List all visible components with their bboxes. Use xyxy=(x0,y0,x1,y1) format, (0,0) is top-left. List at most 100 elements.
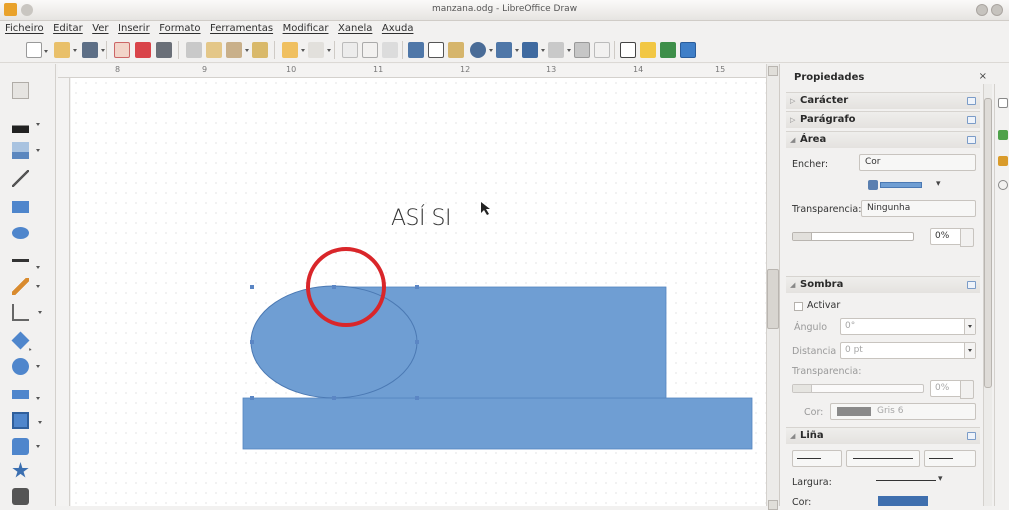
text-box-icon[interactable] xyxy=(428,42,444,58)
styles-tab-icon[interactable] xyxy=(998,130,1008,140)
shadow-angle-combo[interactable]: 0° xyxy=(840,318,976,335)
zoom-icon[interactable] xyxy=(382,42,398,58)
cut-icon[interactable] xyxy=(186,42,202,58)
section-sombra[interactable]: ◢ Sombra xyxy=(786,276,980,293)
canvas-text[interactable]: ASÍ SI xyxy=(391,206,451,231)
curve-icon[interactable] xyxy=(12,278,40,295)
image-icon[interactable] xyxy=(408,42,424,58)
area-transparency-dropdown[interactable]: Ningunha xyxy=(861,200,976,217)
extrusion-icon[interactable] xyxy=(660,42,676,58)
stars-icon[interactable] xyxy=(12,462,29,478)
menu-inserir[interactable]: Inserir xyxy=(115,21,153,37)
flowchart-icon[interactable] xyxy=(12,412,42,429)
area-transparency-slider[interactable] xyxy=(792,232,914,241)
glue-points-icon[interactable] xyxy=(640,42,656,58)
basic-shapes-icon[interactable] xyxy=(11,331,30,350)
export-direct-pdf-icon[interactable] xyxy=(135,42,151,58)
points-icon[interactable] xyxy=(620,42,636,58)
paste-icon[interactable] xyxy=(226,42,249,58)
3d-objects-icon[interactable] xyxy=(12,488,29,505)
minimize-icon[interactable] xyxy=(976,4,988,16)
shadow-transparency-spin[interactable]: 0% xyxy=(930,380,974,399)
more-options-icon[interactable] xyxy=(967,281,976,289)
section-sombra-label: Sombra xyxy=(800,279,844,290)
line-icon[interactable] xyxy=(12,170,29,187)
properties-tab-icon[interactable] xyxy=(998,98,1008,108)
arrange-icon[interactable] xyxy=(522,42,545,58)
symbol-shapes-icon[interactable] xyxy=(12,358,40,375)
menu-ferramentas[interactable]: Ferramentas xyxy=(207,21,276,37)
ellipse-shape[interactable] xyxy=(250,285,418,399)
callouts-icon[interactable] xyxy=(12,438,40,455)
align-icon[interactable] xyxy=(496,42,519,58)
sidebar-scroll-thumb[interactable] xyxy=(984,98,992,388)
section-paragrafo[interactable]: ▷ Parágrafo xyxy=(786,111,980,128)
menu-modificar[interactable]: Modificar xyxy=(280,21,332,37)
drawing-canvas[interactable]: ASÍ SI xyxy=(71,78,766,506)
fill-color-icon[interactable] xyxy=(12,142,40,159)
clone-formatting-icon[interactable] xyxy=(252,42,268,58)
close-window-icon[interactable] xyxy=(991,4,1003,16)
mouse-cursor-icon xyxy=(481,202,490,215)
line-color-icon[interactable] xyxy=(12,116,40,133)
print-icon[interactable] xyxy=(156,42,172,58)
chevron-down-icon[interactable]: ▾ xyxy=(938,474,943,484)
save-icon[interactable] xyxy=(82,42,105,58)
gallery-tab-icon[interactable] xyxy=(998,156,1008,166)
fill-color-picker[interactable]: ▾ xyxy=(868,179,941,191)
menu-axuda[interactable]: Axuda xyxy=(379,21,417,37)
line-style-dropdown[interactable] xyxy=(846,450,920,467)
copy-icon[interactable] xyxy=(206,42,222,58)
shadow-icon[interactable] xyxy=(574,42,590,58)
line-end-style-dropdown[interactable] xyxy=(924,450,976,467)
sidebar-toggle-icon[interactable] xyxy=(680,42,696,58)
scroll-up-icon[interactable] xyxy=(768,66,778,76)
window-title: manzana.odg - LibreOffice Draw xyxy=(431,4,578,14)
open-folder-icon[interactable] xyxy=(54,42,77,58)
more-options-icon[interactable] xyxy=(967,97,976,105)
scroll-thumb[interactable] xyxy=(767,269,779,329)
connector-icon[interactable] xyxy=(12,304,42,321)
more-options-icon[interactable] xyxy=(967,116,976,124)
helplines-icon[interactable] xyxy=(362,42,378,58)
section-area[interactable]: ◢ Área xyxy=(786,131,980,148)
menu-formato[interactable]: Formato xyxy=(156,21,203,37)
section-caracter[interactable]: ▷ Carácter xyxy=(786,92,980,109)
shadow-color-dropdown[interactable]: Gris 6 xyxy=(830,403,976,420)
navigator-tab-icon[interactable] xyxy=(998,180,1008,190)
shadow-activate-checkbox[interactable] xyxy=(794,302,803,311)
section-lina[interactable]: ◢ Liña xyxy=(786,427,980,444)
block-arrows-icon[interactable] xyxy=(12,390,40,400)
area-transparency-spin[interactable]: 0% xyxy=(930,228,974,247)
ellipse-icon[interactable] xyxy=(12,227,29,239)
more-options-icon[interactable] xyxy=(967,432,976,440)
fontwork-icon[interactable] xyxy=(448,42,464,58)
undo-icon[interactable] xyxy=(282,42,305,58)
fill-type-dropdown[interactable]: Cor xyxy=(859,154,976,171)
select-pointer-icon[interactable] xyxy=(12,82,29,99)
sidebar-scrollbar[interactable] xyxy=(983,84,992,506)
rotate-icon[interactable] xyxy=(470,42,493,58)
menu-xanela[interactable]: Xanela xyxy=(335,21,375,37)
scroll-down-icon[interactable] xyxy=(768,500,778,510)
grid-icon[interactable] xyxy=(342,42,358,58)
line-start-style-dropdown[interactable] xyxy=(792,450,842,467)
shadow-transparency-slider[interactable] xyxy=(792,384,924,393)
lines-arrows-icon[interactable] xyxy=(12,259,40,269)
rectangle-icon[interactable] xyxy=(12,201,29,213)
line-width-preview[interactable] xyxy=(876,480,936,481)
redo-icon[interactable] xyxy=(308,42,331,58)
canvas-vertical-scrollbar[interactable] xyxy=(766,64,779,510)
new-document-icon[interactable] xyxy=(26,42,48,58)
export-pdf-icon[interactable] xyxy=(114,42,130,58)
menu-ver[interactable]: Ver xyxy=(89,21,111,37)
shadow-distance-combo[interactable]: 0 pt xyxy=(840,342,976,359)
crop-icon[interactable] xyxy=(594,42,610,58)
bottom-rectangle-shape[interactable] xyxy=(242,397,753,450)
more-options-icon[interactable] xyxy=(967,136,976,144)
menu-editar[interactable]: Editar xyxy=(50,21,86,37)
close-icon[interactable]: × xyxy=(979,71,987,82)
line-color-picker[interactable] xyxy=(878,496,928,506)
distribute-icon[interactable] xyxy=(548,42,571,58)
menu-ficheiro[interactable]: Ficheiro xyxy=(2,21,47,37)
